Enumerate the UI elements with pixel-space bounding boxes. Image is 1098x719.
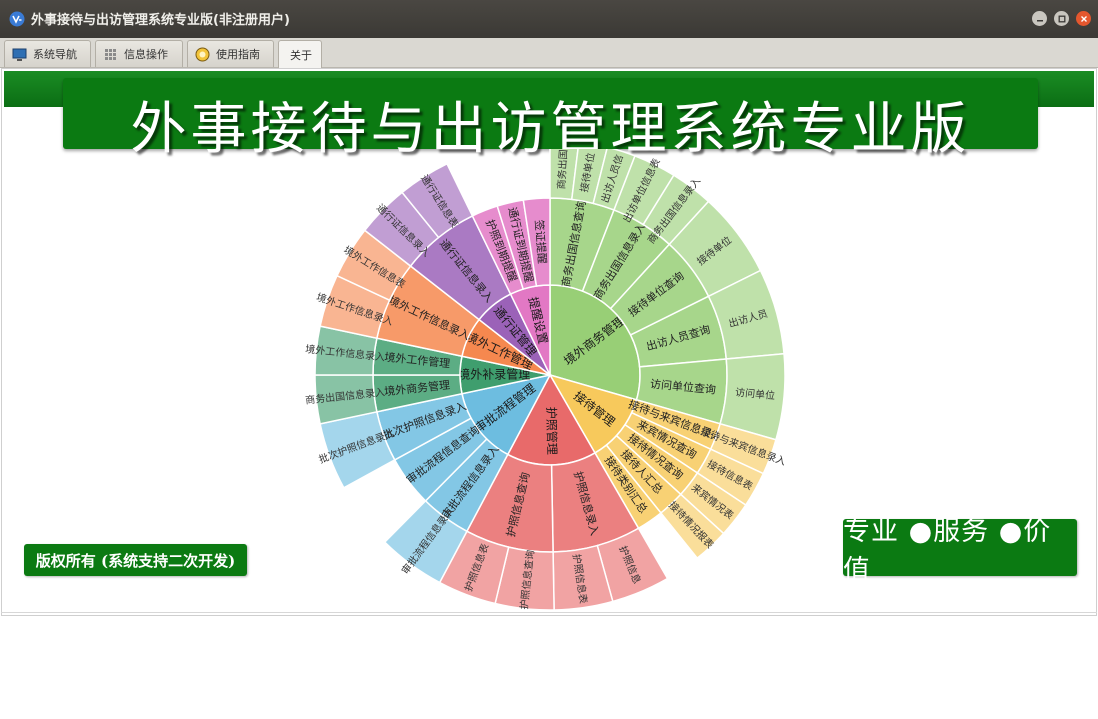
tab-label: 使用指南 xyxy=(216,48,260,61)
maximize-button[interactable] xyxy=(1054,11,1069,26)
close-icon xyxy=(1080,15,1087,22)
divider xyxy=(1,612,1097,613)
tab-label: 系统导航 xyxy=(33,48,77,61)
tab-label: 信息操作 xyxy=(124,48,168,61)
minimize-icon xyxy=(1036,19,1043,21)
tab-user-guide[interactable]: 使用指南 xyxy=(187,40,274,67)
tab-about[interactable]: 关于 xyxy=(278,40,322,68)
app-logo-icon xyxy=(9,11,25,27)
help-icon xyxy=(195,47,210,61)
wheel-segment-label: 护照管理 xyxy=(544,407,560,455)
close-button[interactable] xyxy=(1076,11,1091,26)
slogan-label: 专业 ●服务 ●价值 xyxy=(843,516,1077,586)
tab-info-operation[interactable]: 信息操作 xyxy=(95,40,183,67)
minimize-button[interactable] xyxy=(1032,11,1047,26)
title-bar: 外事接待与出访管理系统专业版(非注册用户) xyxy=(0,0,1098,38)
monitor-icon xyxy=(12,48,27,61)
tab-bar: 系统导航 信息操作 使用指南 关于 xyxy=(0,38,1098,68)
maximize-icon xyxy=(1058,15,1065,22)
copyright-label: 版权所有 (系统支持二次开发) xyxy=(24,544,247,576)
tab-label: 关于 xyxy=(290,48,312,62)
tab-system-navigation[interactable]: 系统导航 xyxy=(4,40,91,67)
grid-icon xyxy=(105,48,116,60)
banner: 外事接待与出访管理系统专业版 xyxy=(63,78,1038,162)
window-title: 外事接待与出访管理系统专业版(非注册用户) xyxy=(31,13,290,28)
